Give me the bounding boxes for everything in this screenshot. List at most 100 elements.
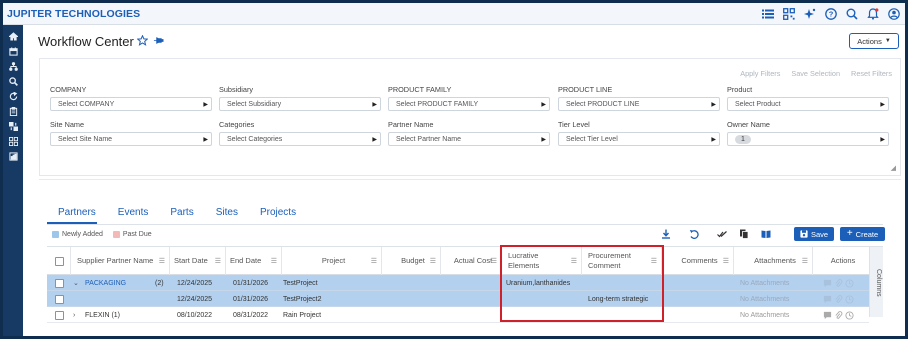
col-actual-cost[interactable]: Actual Cost ☰ [441,247,502,275]
grid-icon[interactable] [3,134,23,149]
refresh-icon[interactable] [3,89,23,104]
column-menu-icon[interactable]: ☰ [723,257,729,265]
column-menu-icon[interactable]: ☰ [371,257,377,265]
column-menu-icon[interactable]: ☰ [159,257,165,265]
col-start-date[interactable]: Start Date ☰ [170,247,226,275]
table-row[interactable]: › FLEXIN (1) 08/10/2022 08/31/2022 Rain … [47,307,869,323]
hierarchy-icon[interactable] [3,59,23,74]
select-all-checkbox[interactable] [55,256,64,266]
user-icon[interactable] [887,7,901,21]
clipboard-icon[interactable] [3,104,23,119]
product-family-select[interactable]: Select PRODUCT FAMILY ▶ [388,97,550,111]
save-button[interactable]: Save [794,227,834,241]
search-icon[interactable] [3,74,23,89]
pin-icon[interactable] [153,35,164,48]
tab-sites[interactable]: Sites [216,207,238,218]
col-end-date[interactable]: End Date ☰ [226,247,282,275]
paperclip-icon[interactable] [834,294,843,304]
table-row[interactable]: ⌄ PACKAGING (2) 12/24/2025 01/31/2026 Te… [47,275,869,291]
col-lucrative-elements[interactable]: Lucrative Elements ☰ [502,247,582,275]
copy-icon[interactable] [736,227,752,241]
column-menu-icon[interactable]: ☰ [491,257,497,265]
list-icon[interactable] [761,7,775,21]
star-icon[interactable] [136,34,149,48]
brand-logo-text[interactable]: JUPITER TECHNOLOGIES [7,8,140,20]
transfer-icon[interactable] [3,119,23,134]
actions-dropdown-button[interactable]: Actions ▼ [849,33,899,49]
bell-icon[interactable] [866,7,880,21]
select-placeholder: Select Site Name [58,135,113,143]
owner-chip[interactable]: 1 [735,134,751,144]
site-name-select[interactable]: Select Site Name ▶ [50,132,212,146]
home-icon[interactable] [3,29,23,44]
tab-partners[interactable]: Partners [58,207,96,218]
filter-label: Categories [219,120,255,129]
paperclip-icon[interactable] [834,278,843,288]
resize-handle-icon[interactable]: ◢ [891,164,896,172]
tab-parts[interactable]: Parts [170,207,193,218]
row-checkbox[interactable] [55,310,64,320]
column-title: Actual Cost [453,256,493,265]
qr-icon[interactable] [782,7,796,21]
history-icon[interactable] [845,278,854,288]
partner-name-select[interactable]: Select Partner Name ▶ [388,132,550,146]
double-check-icon[interactable] [714,227,730,241]
categories-select[interactable]: Select Categories ▶ [219,132,381,146]
comment-icon[interactable] [823,311,832,320]
select-placeholder: Select Tier Level [566,135,618,143]
caret-right-icon: ▶ [711,102,716,108]
tier-level-select[interactable]: Select Tier Level ▶ [558,132,720,146]
calendar-icon[interactable] [3,44,23,59]
chevron-down-icon[interactable]: ⌄ [73,275,79,291]
column-title: Comments [681,256,718,265]
columns-side-panel[interactable]: Columns [869,247,883,317]
column-menu-icon[interactable]: ☰ [571,257,577,265]
company-select[interactable]: Select COMPANY ▶ [50,97,212,111]
report-icon[interactable] [3,149,23,164]
tab-events[interactable]: Events [118,207,149,218]
row-checkbox[interactable] [55,278,64,288]
actions-label: Actions [857,36,882,46]
col-procurement-comment[interactable]: Procurement Comment ☰ [582,247,662,275]
save-selection-link[interactable]: Save Selection [791,69,840,78]
create-label: Create [855,229,879,239]
column-menu-icon[interactable]: ☰ [271,257,277,265]
undo-icon[interactable] [686,227,702,241]
paperclip-icon[interactable] [834,310,843,320]
select-placeholder: Select PRODUCT LINE [566,100,640,108]
partner-name[interactable]: PACKAGING [85,275,126,291]
history-icon[interactable] [845,310,854,320]
owner-name-select[interactable]: 1 ▶ [727,132,889,146]
past-due-label: Past Due [122,231,152,238]
comment-icon[interactable] [823,279,832,288]
sparkle-icon[interactable] [803,7,817,21]
product-line-select[interactable]: Select PRODUCT LINE ▶ [558,97,720,111]
apply-filters-link[interactable]: Apply Filters [740,69,780,78]
col-project[interactable]: Project ☰ [282,247,382,275]
subsidiary-select[interactable]: Select Subsidiary ▶ [219,97,381,111]
col-comments[interactable]: Comments ☰ [662,247,734,275]
col-attachments[interactable]: Attachments ☰ [734,247,813,275]
column-menu-icon[interactable]: ☰ [215,257,221,265]
partner-name[interactable]: FLEXIN (1) [85,307,120,323]
book-icon[interactable] [758,227,774,241]
history-icon[interactable] [845,294,854,304]
col-budget[interactable]: Budget ☰ [382,247,441,275]
create-button[interactable]: + Create [840,227,885,241]
column-menu-icon[interactable]: ☰ [430,257,436,265]
column-menu-icon[interactable]: ☰ [651,257,657,265]
row-checkbox[interactable] [55,294,64,304]
help-icon[interactable]: ? [824,7,838,21]
reset-filters-link[interactable]: Reset Filters [851,69,892,78]
attachments-text: No Attachments [740,279,790,287]
download-icon[interactable] [658,227,674,241]
col-supplier-partner-name[interactable]: Supplier Partner Name ☰ [71,247,170,275]
caret-right-icon: ▶ [880,137,885,143]
product-select[interactable]: Select Product ▶ [727,97,889,111]
tab-projects[interactable]: Projects [260,207,296,218]
column-menu-icon[interactable]: ☰ [802,257,808,265]
chevron-right-icon[interactable]: › [73,307,75,323]
table-row[interactable]: 12/24/2025 01/31/2026 TestProject2 Long-… [47,291,869,307]
comment-icon[interactable] [823,295,832,304]
search-icon[interactable] [845,7,859,21]
